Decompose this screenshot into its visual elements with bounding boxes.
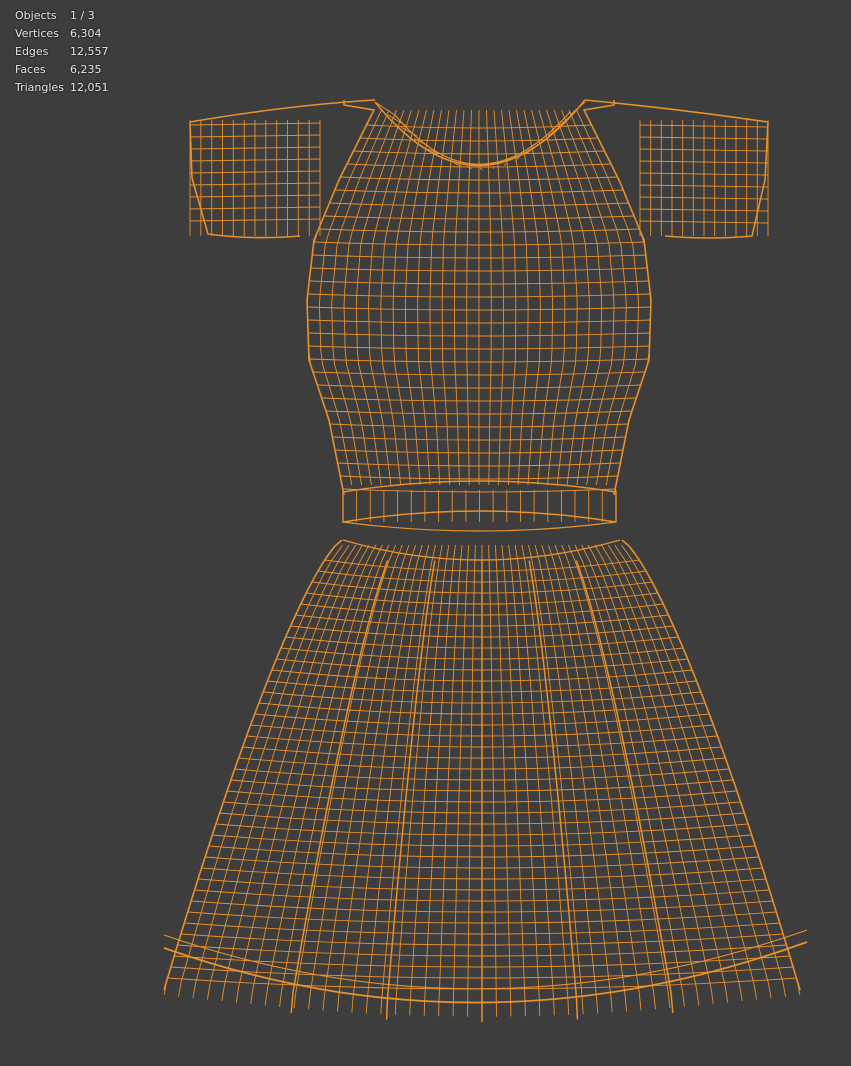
skirt-column (467, 544, 476, 1017)
viewport-statistics-overlay: Objects 1 / 3 Vertices 6,304 Edges 12,55… (15, 7, 109, 97)
torso-column (331, 109, 390, 486)
stat-value: 6,235 (70, 63, 102, 76)
neckline (374, 99, 586, 167)
3d-viewport[interactable]: Objects 1 / 3 Vertices 6,304 Edges 12,55… (0, 0, 851, 1066)
torso-column (306, 109, 375, 486)
skirt-column (501, 544, 526, 1017)
shoulder-right (584, 99, 769, 123)
dress-wireframe-mesh[interactable] (0, 0, 851, 1066)
torso-column (568, 109, 627, 486)
stat-label: Edges (15, 45, 49, 58)
skirt-column (488, 544, 497, 1017)
stat-row-vertices: Vertices 6,304 (15, 25, 109, 43)
neckline-tri (479, 167, 483, 171)
stat-value: 6,304 (70, 27, 102, 40)
torso-column (454, 109, 465, 486)
stat-label: Objects (15, 9, 57, 22)
torso-column (493, 109, 504, 486)
torso-column (486, 109, 492, 486)
torso-column (583, 109, 652, 486)
shoulder-left (189, 99, 376, 123)
stat-value: 12,051 (70, 81, 109, 94)
stat-row-objects: Objects 1 / 3 (15, 7, 109, 25)
stat-label: Triangles (15, 81, 64, 94)
skirt-column (452, 544, 470, 1017)
neckline-inner (394, 111, 571, 165)
torso-column (576, 109, 640, 486)
torso-column (466, 109, 472, 486)
stat-value: 1 / 3 (70, 9, 95, 22)
stat-label: Vertices (15, 27, 59, 40)
neckline-tri (504, 162, 507, 167)
waist-lower (342, 521, 617, 532)
skirt-top (342, 539, 621, 561)
skirt-column (494, 544, 512, 1017)
sleeve-right-outline (664, 121, 769, 239)
stat-row-faces: Faces 6,235 (15, 61, 109, 79)
stat-row-triangles: Triangles 12,051 (15, 79, 109, 97)
torso-column (318, 109, 382, 486)
stat-row-edges: Edges 12,557 (15, 43, 109, 61)
skirt-column (438, 544, 463, 1017)
stat-value: 12,557 (70, 45, 109, 58)
stat-label: Faces (15, 63, 46, 76)
